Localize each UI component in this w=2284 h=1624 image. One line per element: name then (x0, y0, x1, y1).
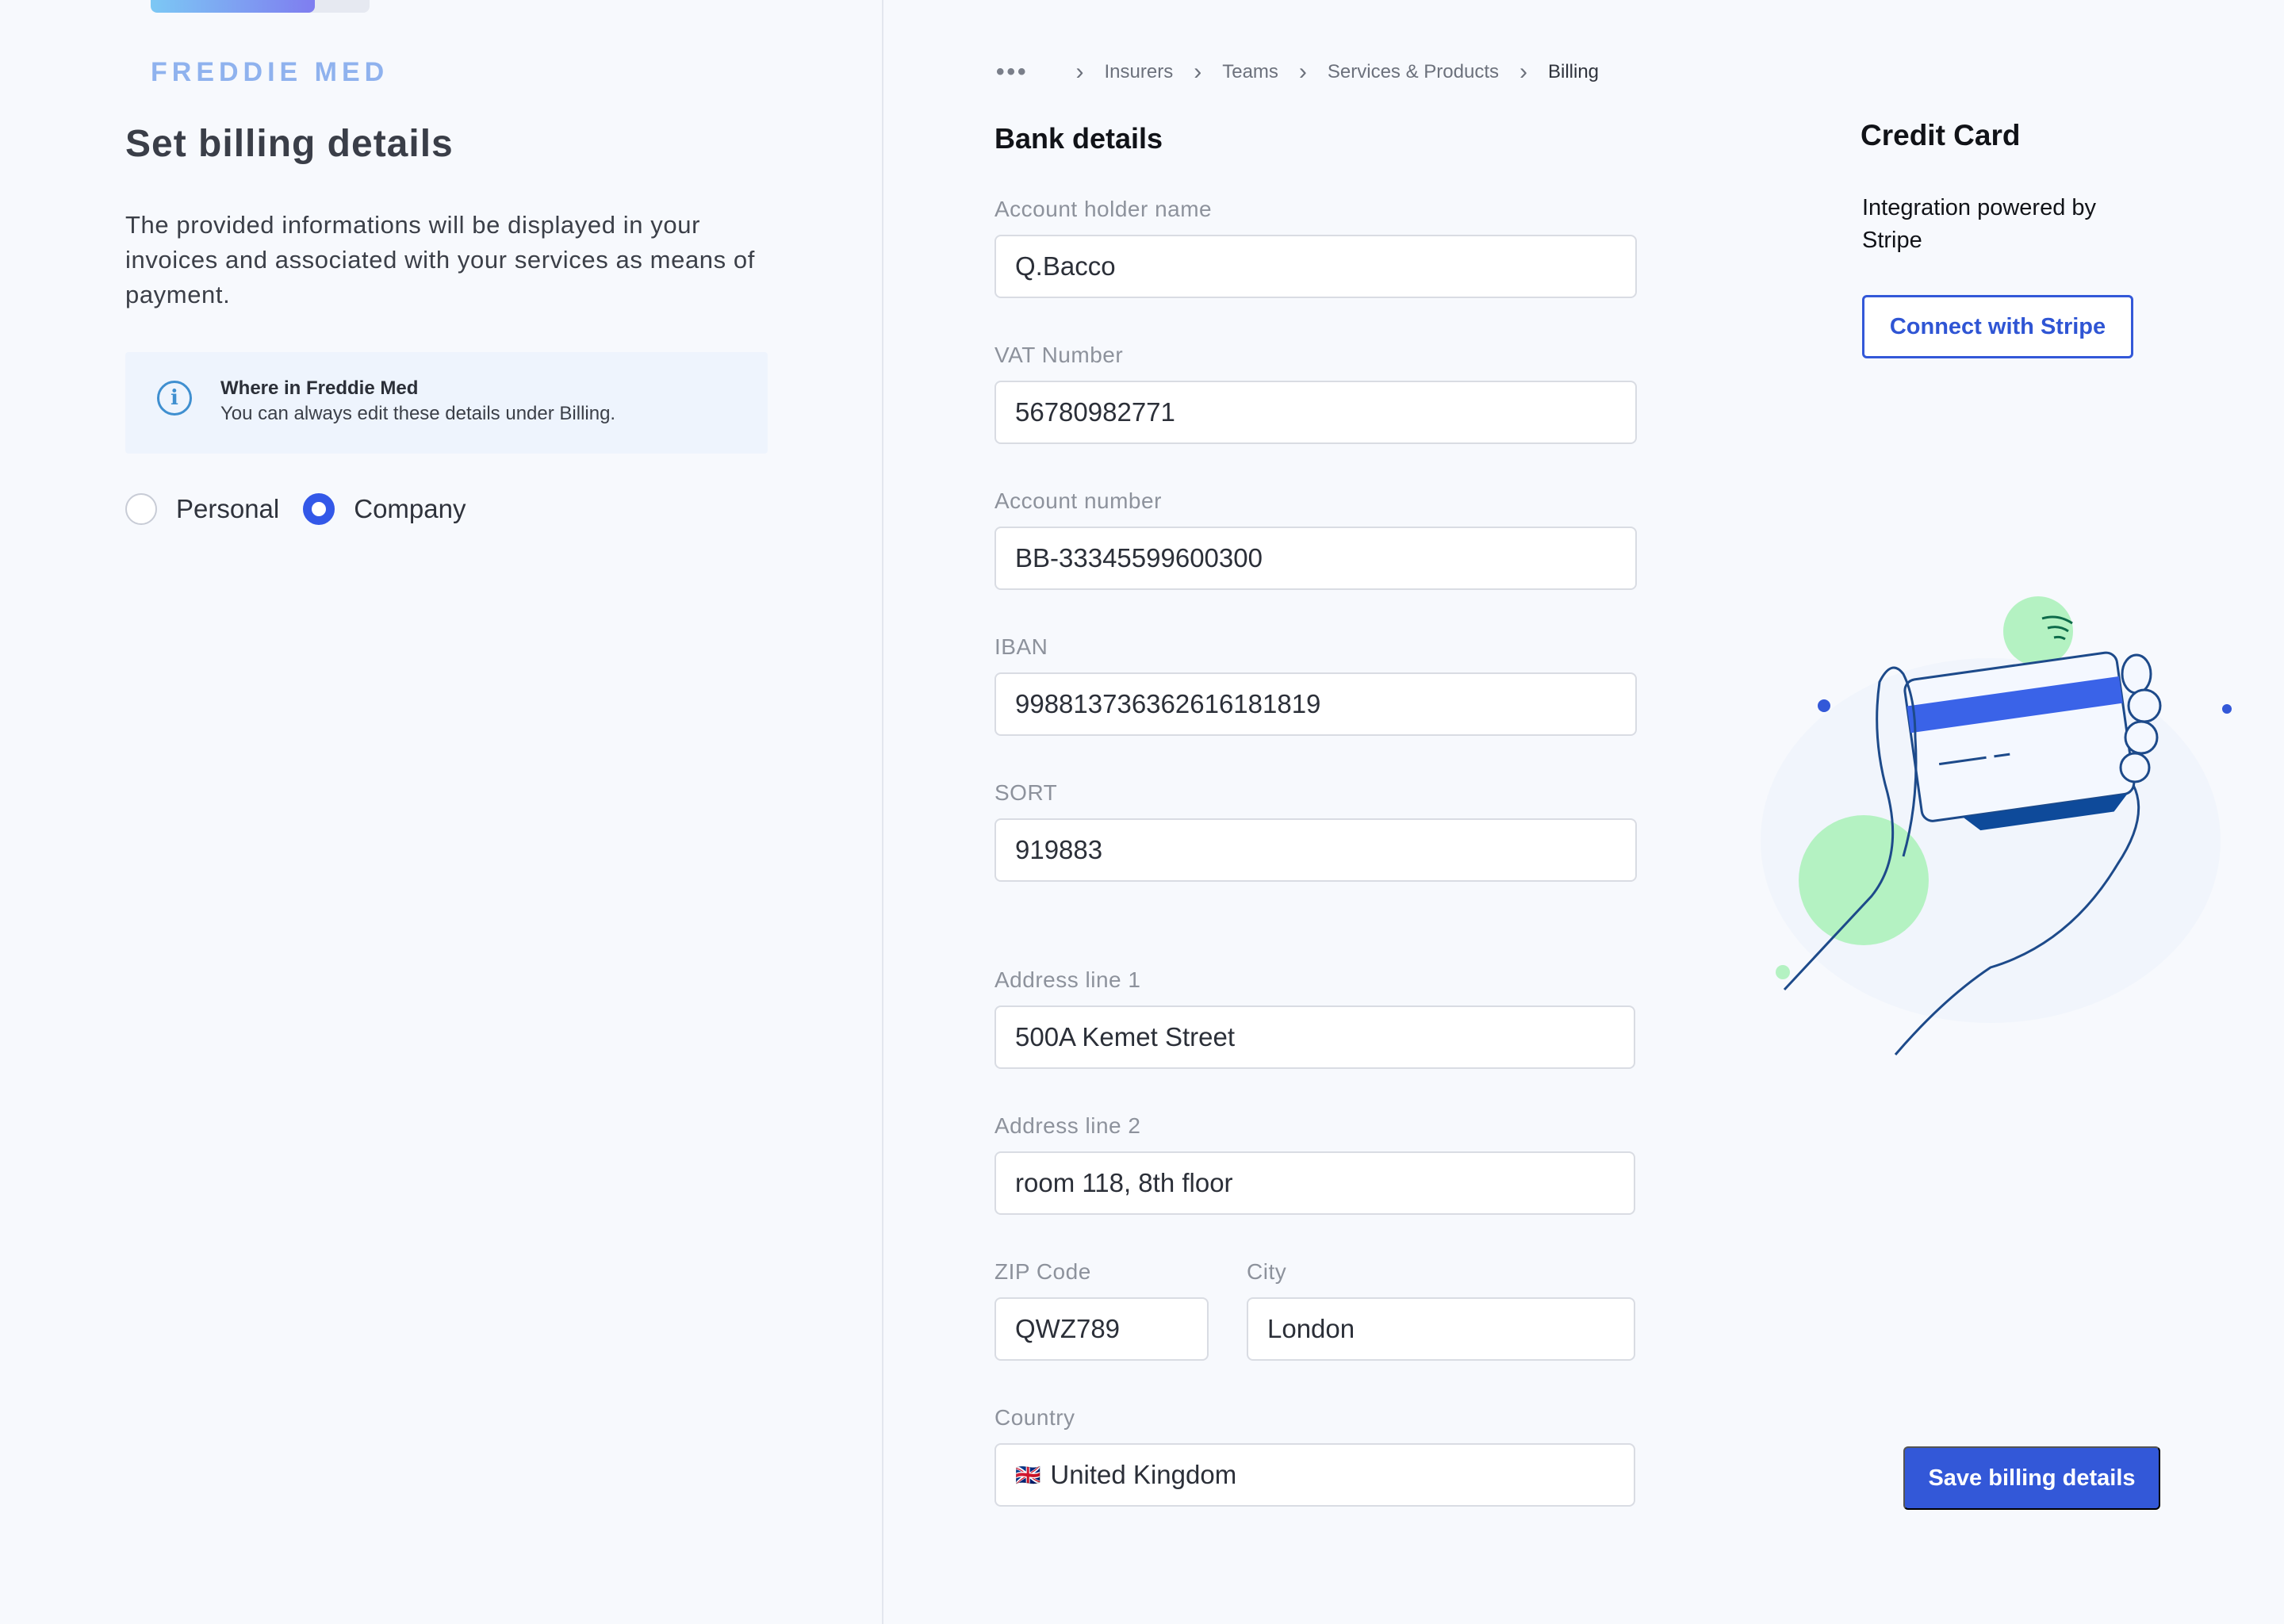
city-input[interactable]: London (1247, 1297, 1635, 1361)
radio-personal[interactable] (125, 493, 157, 525)
chevron-right-icon: › (1519, 59, 1527, 85)
breadcrumb-billing: Billing (1548, 61, 1600, 82)
country-label: Country (994, 1405, 1075, 1430)
iban-label: IBAN (994, 634, 1048, 659)
breadcrumb-teams[interactable]: Teams (1222, 61, 1278, 83)
vat-number-input[interactable]: 56780982771 (994, 381, 1637, 444)
zip-code-label: ZIP Code (994, 1259, 1091, 1284)
account-number-input[interactable]: BB-33345599600300 (994, 527, 1637, 590)
left-panel: FREDDIE MED Set billing details The prov… (0, 0, 883, 1624)
info-callout: i Where in Freddie Med You can always ed… (125, 352, 768, 454)
country-value: United Kingdom (1050, 1460, 1237, 1489)
radio-company-label[interactable]: Company (354, 494, 466, 524)
iban-input[interactable]: 998813736362616181819 (994, 672, 1637, 736)
breadcrumb-insurers[interactable]: Insurers (1105, 61, 1174, 83)
page-title: Set billing details (125, 123, 454, 165)
connect-stripe-button[interactable]: Connect with Stripe (1862, 295, 2133, 358)
radio-company[interactable] (303, 493, 335, 525)
sort-label: SORT (994, 780, 1058, 805)
zip-code-input[interactable]: QWZ789 (994, 1297, 1209, 1361)
account-number-label: Account number (994, 488, 1162, 513)
breadcrumb: ••• › Insurers › Teams › Services & Prod… (996, 59, 1599, 86)
account-holder-label: Account holder name (994, 197, 1213, 221)
progress-bar (151, 0, 370, 13)
address-line1-label: Address line 1 (994, 967, 1141, 992)
info-text: You can always edit these details under … (220, 403, 616, 424)
vat-number-label: VAT Number (994, 343, 1124, 367)
bank-details-title: Bank details (994, 122, 1163, 155)
progress-bar-fill (151, 0, 315, 13)
info-title: Where in Freddie Med (220, 377, 419, 399)
account-type-radio-group: Personal Company (125, 493, 489, 525)
city-label: City (1247, 1259, 1287, 1284)
chevron-right-icon: › (1298, 59, 1307, 85)
chevron-right-icon: › (1075, 59, 1084, 85)
address-line2-input[interactable]: room 118, 8th floor (994, 1151, 1635, 1215)
address-line2-label: Address line 2 (994, 1113, 1141, 1138)
chevron-right-icon: › (1194, 59, 1202, 85)
breadcrumb-services-products[interactable]: Services & Products (1328, 61, 1499, 83)
credit-card-description: Integration powered by Stripe (1862, 195, 2097, 253)
account-holder-input[interactable]: Q.Bacco (994, 235, 1637, 298)
address-line1-input[interactable]: 500A Kemet Street (994, 1005, 1635, 1069)
info-icon: i (157, 381, 192, 416)
credit-card-hand-illustration (1761, 596, 2232, 1055)
breadcrumb-more-icon[interactable]: ••• (996, 59, 1029, 86)
country-select[interactable]: 🇬🇧 United Kingdom (994, 1443, 1635, 1507)
sort-input[interactable]: 919883 (994, 818, 1637, 882)
uk-flag-icon: 🇬🇧 (1015, 1462, 1041, 1487)
page-description: The provided informations will be displa… (125, 211, 755, 308)
logo: FREDDIE MED (151, 57, 389, 87)
save-billing-button[interactable]: Save billing details (1903, 1446, 2160, 1510)
radio-personal-label[interactable]: Personal (176, 494, 279, 524)
credit-card-title: Credit Card (1861, 119, 2021, 151)
